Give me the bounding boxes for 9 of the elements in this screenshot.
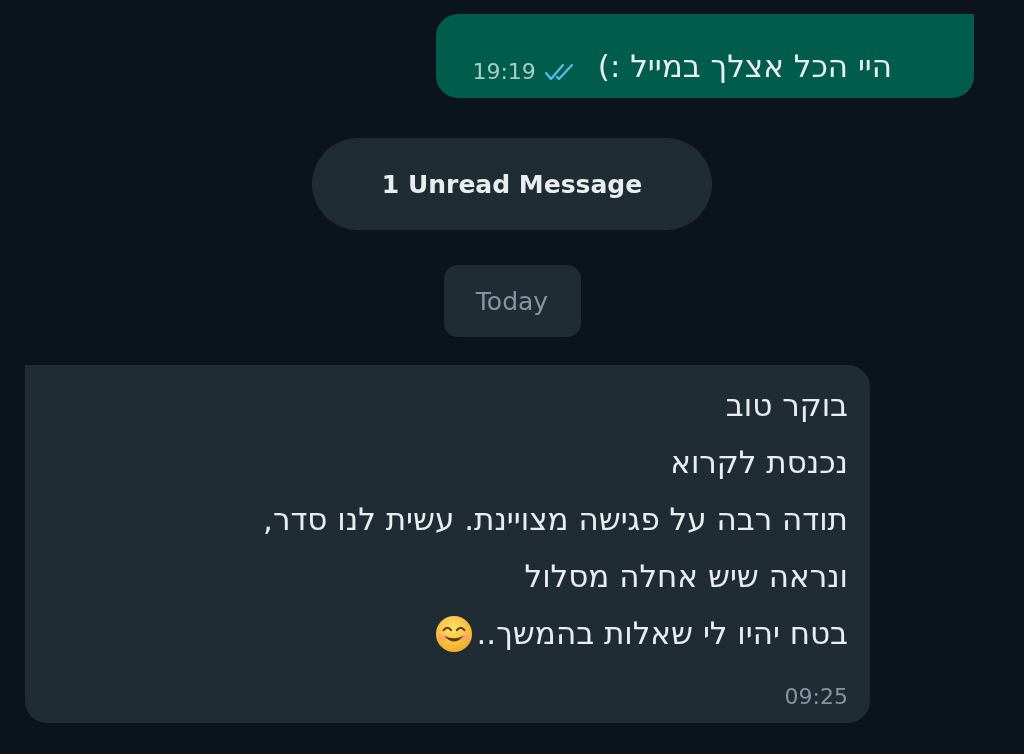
- message-time: 19:19: [472, 59, 536, 84]
- message-text: היי הכל אצלך במייל :): [597, 48, 892, 84]
- message-text: בוקר טוב: [725, 386, 848, 425]
- message-text: ונראה שיש אחלה מסלול: [524, 557, 848, 596]
- message-text: נכנסת לקרוא: [670, 443, 848, 482]
- unread-messages-banner: 1 Unread Message: [312, 138, 712, 230]
- message-text: בטח יהיו לי שאלות בהמשך..: [476, 614, 848, 653]
- message-time: 09:25: [784, 684, 848, 709]
- message-text: תודה רבה על פגישה מצויינת. עשית לנו סדר,: [263, 500, 848, 539]
